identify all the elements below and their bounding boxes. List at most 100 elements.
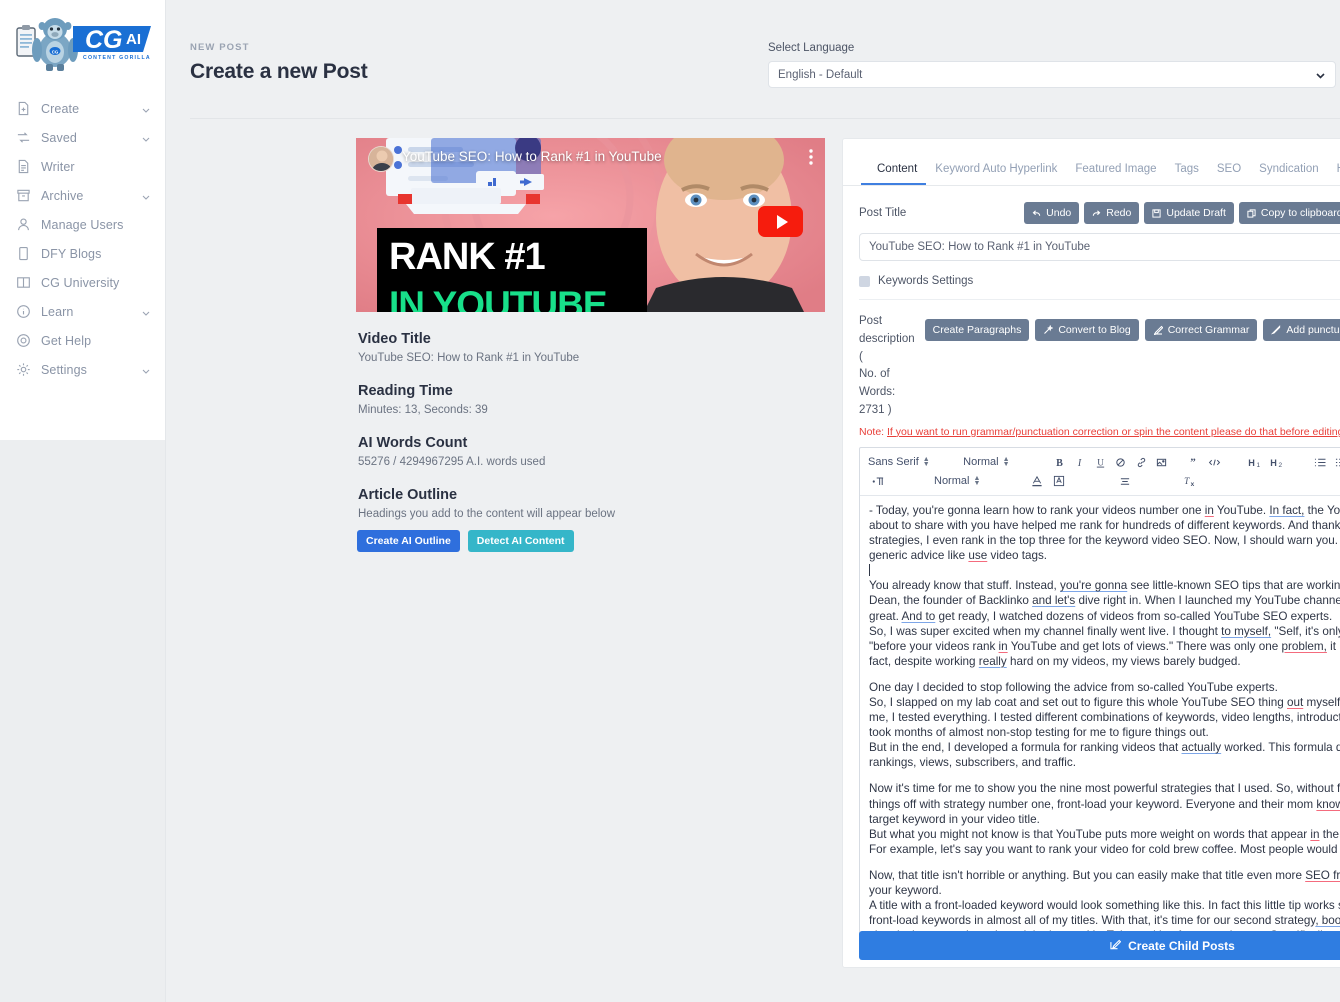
editor-paragraph[interactable]: But what you might not know is that YouT…	[869, 827, 1340, 857]
clear-format-icon[interactable]: Tx	[1180, 475, 1204, 488]
keywords-settings-checkbox[interactable]	[859, 275, 870, 287]
editor-paragraph[interactable]: One day I decided to stop following the …	[869, 680, 1340, 695]
create-paragraphs-button[interactable]: Create Paragraphs	[924, 319, 1030, 341]
tab-tags[interactable]: Tags	[1166, 163, 1208, 185]
header-divider	[190, 118, 1340, 119]
code-icon[interactable]	[1204, 457, 1225, 468]
svg-text:CG: CG	[51, 49, 58, 54]
add-punctuation-label: Add punctuation	[1286, 324, 1340, 336]
redo-button[interactable]: Redo	[1084, 202, 1140, 224]
svg-text:”: ”	[1191, 457, 1197, 468]
italic-icon[interactable]: I	[1069, 457, 1090, 468]
h2-icon[interactable]: H2	[1267, 457, 1289, 468]
sidebar-item-dfy-blogs[interactable]: DFY Blogs	[0, 239, 165, 268]
article-outline-subtext: Headings you add to the content will app…	[358, 508, 616, 520]
create-child-posts-button[interactable]: Create Child Posts	[859, 931, 1340, 960]
archive-icon	[16, 188, 31, 203]
sidebar-item-writer[interactable]: Writer	[0, 152, 165, 181]
sidebar-item-settings[interactable]: Settings	[0, 355, 165, 384]
font-family-select[interactable]: Sans Serif ▲ ▼	[868, 456, 943, 468]
sync-icon	[16, 130, 31, 145]
keywords-settings-row[interactable]: Keywords Settings	[859, 275, 1340, 300]
image-icon[interactable]	[1152, 457, 1173, 468]
chevron-down-icon	[1315, 70, 1326, 84]
copy-to-clipboard-button[interactable]: Copy to clipboard	[1238, 202, 1340, 224]
editor-caret-line[interactable]	[869, 563, 1340, 578]
bullet-list-icon[interactable]	[1331, 457, 1340, 468]
tab-highlights[interactable]: Highlights	[1328, 163, 1340, 185]
editor-paragraph[interactable]: You already know that stuff. Instead, yo…	[869, 578, 1340, 623]
desc-line-3: No. of Words:	[859, 368, 896, 399]
editor-paragraph[interactable]: So, I was super excited when my channel …	[869, 624, 1340, 669]
sidebar-item-manage-users[interactable]: Manage Users	[0, 210, 165, 239]
logo-icon: CG CG AI CONTENT GORILLA AI	[13, 14, 153, 80]
svg-text:T: T	[1184, 477, 1190, 487]
create-paragraphs-label: Create Paragraphs	[932, 324, 1022, 336]
heading-select[interactable]: Normal ▲ ▼	[934, 475, 1004, 487]
content-action-buttons: Create Paragraphs Convert to Blog Correc…	[924, 313, 1340, 341]
sidebar-item-cg-university[interactable]: CG University	[0, 268, 165, 297]
editor-action-toolbar: Undo Redo Update Draft Copy to clipboard	[1024, 202, 1340, 224]
sidebar-item-get-help[interactable]: Get Help	[0, 326, 165, 355]
sidebar-item-archive[interactable]: Archive	[0, 181, 165, 210]
language-select[interactable]: English - Default	[768, 61, 1336, 88]
app-logo[interactable]: CG CG AI CONTENT GORILLA AI	[0, 0, 165, 90]
update-draft-button[interactable]: Update Draft	[1144, 202, 1234, 224]
underline-icon[interactable]: U	[1090, 457, 1111, 468]
link-icon[interactable]	[1131, 457, 1152, 468]
edit-square-icon	[1110, 939, 1122, 953]
video-preview[interactable]: YouTube SEO: How to Rank #1 in YouTube R…	[356, 138, 825, 312]
correct-grammar-button[interactable]: Correct Grammar	[1144, 319, 1258, 341]
rtl-icon[interactable]	[868, 476, 890, 487]
chevron-down-icon	[141, 307, 151, 317]
editor-paragraph[interactable]: So, I slapped on my lab coat and set out…	[869, 695, 1340, 740]
update-draft-label: Update Draft	[1166, 207, 1226, 219]
editor-content-area[interactable]: - Today, you're gonna learn how to rank …	[860, 496, 1340, 951]
strikethrough-icon[interactable]	[1111, 457, 1132, 468]
svg-text:CG: CG	[85, 26, 123, 54]
play-button[interactable]	[758, 206, 803, 237]
create-child-posts-label: Create Child Posts	[1128, 938, 1235, 953]
sidebar-item-label: Archive	[41, 188, 84, 203]
detect-ai-content-button[interactable]: Detect AI Content	[467, 530, 574, 552]
open-book-icon	[16, 275, 31, 290]
highlight-icon[interactable]	[1048, 475, 1070, 487]
align-icon[interactable]	[1114, 476, 1136, 487]
sidebar-item-saved[interactable]: Saved	[0, 123, 165, 152]
svg-text:U: U	[1097, 457, 1104, 467]
post-title-input[interactable]	[859, 233, 1340, 261]
tab-keyword-auto-hyperlink[interactable]: Keyword Auto Hyperlink	[926, 163, 1066, 185]
create-ai-outline-button[interactable]: Create AI Outline	[357, 530, 460, 552]
sidebar-item-label: Manage Users	[41, 217, 124, 232]
tab-content[interactable]: Content	[861, 163, 927, 185]
editor-paragraph[interactable]: - Today, you're gonna learn how to rank …	[869, 503, 1340, 563]
add-punctuation-button[interactable]: Add punctuation	[1263, 319, 1340, 341]
quote-icon[interactable]: ”	[1183, 457, 1204, 468]
sidebar-item-learn[interactable]: Learn	[0, 297, 165, 326]
editor-paragraph[interactable]: But in the end, I developed a formula fo…	[869, 740, 1340, 770]
h1-icon[interactable]: H1	[1245, 457, 1267, 468]
info-icon	[16, 304, 31, 319]
tab-seo[interactable]: SEO	[1208, 163, 1250, 185]
post-title-section: Post Title Undo Redo Update Draft Copy t…	[843, 186, 1340, 438]
app-root: CG CG AI CONTENT GORILLA AI Create Saved…	[0, 0, 1340, 1002]
undo-button[interactable]: Undo	[1024, 202, 1080, 224]
video-more-options-icon[interactable]	[809, 149, 813, 168]
tab-featured-image[interactable]: Featured Image	[1066, 163, 1165, 185]
video-overlay-title[interactable]: YouTube SEO: How to Rank #1 in YouTube	[402, 149, 662, 164]
editor-paragraph[interactable]: Now, that title isn't horrible or anythi…	[869, 868, 1340, 898]
save-icon	[1152, 208, 1161, 218]
sidebar-item-label: Settings	[41, 362, 87, 377]
svg-text:x: x	[1191, 481, 1195, 487]
undo-icon	[1032, 209, 1041, 218]
text-color-icon[interactable]	[1026, 475, 1048, 487]
sidebar-item-label: Create	[41, 101, 80, 116]
sidebar-item-create[interactable]: Create	[0, 94, 165, 123]
bold-icon[interactable]: B	[1049, 457, 1070, 468]
note-text[interactable]: If you want to run grammar/punctuation c…	[887, 426, 1340, 438]
font-size-select[interactable]: Normal ▲ ▼	[963, 456, 1028, 468]
ordered-list-icon[interactable]	[1310, 457, 1331, 468]
tab-syndication[interactable]: Syndication	[1250, 163, 1327, 185]
editor-paragraph[interactable]: Now it's time for me to show you the nin…	[869, 781, 1340, 826]
convert-to-blog-button[interactable]: Convert to Blog	[1035, 319, 1139, 341]
